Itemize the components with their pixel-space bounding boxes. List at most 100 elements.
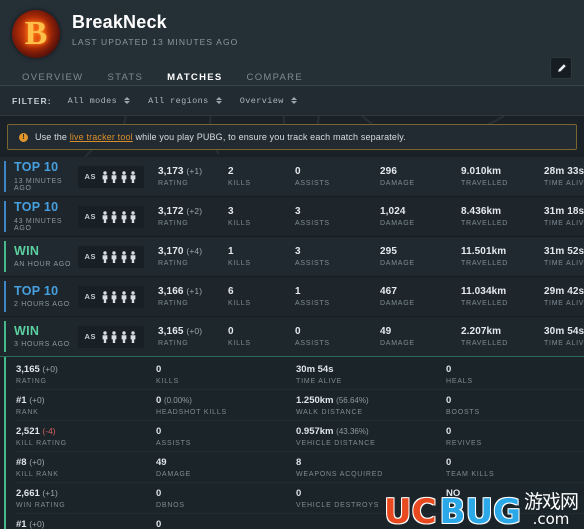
match-travelled: 9.010km TRAVELLED [461,166,509,187]
detail-stat-cell: 0 HEALS [446,359,584,390]
detail-stat-label: VEHICLE DISTANCE [296,440,376,447]
detail-stat-cell: 8 WEAPONS ACQUIRED [296,452,446,483]
player-figure-icon [102,290,108,303]
match-result-title: WIN [14,323,40,338]
match-result: TOP 10 13 MINUTES AGO [0,160,78,192]
avatar[interactable]: B [12,10,60,58]
detail-column-movement: 30m 54s TIME ALIVE 1.250km (56.64%) WALK DI… [296,359,446,529]
detail-stat-value: NO [446,488,461,499]
match-time-alive: 31m 18sTIME ALIVE [544,206,584,227]
live-tracker-link[interactable]: live tracker tool [70,132,133,142]
detail-stat-label: ASSISTS [156,440,192,447]
detail-stat-label: HEALS [446,378,473,385]
match-result: TOP 10 2 HOURS AGO [0,283,78,309]
squad-size-icons [101,210,138,223]
notice-text: Use the live tracker tool while you play… [35,132,406,142]
match-region: AS [84,172,96,181]
match-mode-badge: AS [78,325,144,348]
detail-stat-label: HEADSHOT KILLS [156,409,227,416]
match-detail-grid: 3,165 (+0) RATING #1 (+0) RANK 2,521 (-4) KIL… [6,359,584,529]
detail-stat-label: RANK [16,409,39,416]
match-result-title: TOP 10 [14,200,59,215]
match-assists: 3 ASSISTS [295,246,330,267]
player-figure-icon [102,210,108,223]
match-travelled: 8.436km TRAVELLED [461,206,509,227]
match-row[interactable]: WIN 3 HOURS AGO AS 3,165 (+0) RATING 0 KILLS 0 A… [0,317,584,357]
match-region: AS [84,292,96,301]
player-figure-icon [121,250,127,263]
match-result-accent [4,161,6,192]
detail-stat-value: 30m 54s [296,364,334,375]
live-tracker-notice: Use the live tracker tool while you play… [7,124,577,150]
player-figure-icon [112,210,117,223]
player-figure-icon [112,250,117,263]
region-filter-select[interactable]: All regions [146,94,224,108]
detail-stat-value: #1 (+0) [16,395,45,406]
match-rating: 3,173 (+1) RATING [158,166,203,187]
chevron-updown-icon [215,97,222,104]
avatar-letter: B [24,15,48,52]
detail-column-rating: 3,165 (+0) RATING #1 (+0) RANK 2,521 (-4) KIL… [6,359,156,529]
detail-stat-cell: 0 DBNOS [156,483,296,514]
profile-header: B BreakNeck LAST UPDATED 13 MINUTES AGO … [0,0,584,91]
match-time-alive: 28m 33sTIME ALIVE [544,166,584,187]
detail-stat-value: 0 [446,457,452,468]
match-row[interactable]: WIN AN HOUR AGO AS 3,170 (+4) RATING 1 KILLS 3 A… [0,237,584,277]
detail-stat-label: KILLS [156,378,180,385]
player-figure-icon [131,250,136,263]
player-figure-icon [131,210,136,223]
detail-stat-cell: 0 (0.00%) HEADSHOT KILLS [156,390,296,421]
mode-filter-select[interactable]: All modes [66,94,133,108]
chevron-updown-icon [124,97,131,104]
view-filter-select[interactable]: Overview [238,94,299,108]
player-figure-icon [131,170,136,183]
player-figure-icon [131,330,136,343]
player-figure-icon [102,250,108,263]
match-result-title: TOP 10 [14,160,59,175]
detail-stat-cell: 0 ASSISTS [156,421,296,452]
match-row[interactable]: TOP 10 43 MINUTES AGO AS 3,172 (+2) RATING 3 K… [0,197,584,237]
squad-size-icons [101,330,138,343]
detail-stat-value: 1.250km (56.64%) [296,395,369,406]
squad-size-icons [101,290,138,303]
match-result-title: WIN [14,243,40,258]
match-assists: 1 ASSISTS [295,286,330,307]
pencil-icon [557,63,566,72]
match-result-accent [4,321,6,352]
match-kills: 6 KILLS [228,286,251,307]
match-time-ago: 43 MINUTES AGO [14,217,63,232]
match-kills: 2 KILLS [228,166,251,187]
detail-stat-cell: 2,521 (-4) KILL RATING [16,421,156,452]
region-filter-value: All regions [148,95,209,106]
match-row[interactable]: TOP 10 13 MINUTES AGO AS 3,173 (+1) RATING 2 K… [0,157,584,197]
detail-stat-value: 49 [156,457,167,468]
detail-stat-cell: NO [446,483,584,514]
match-result-title: TOP 10 [14,283,59,298]
detail-stat-label: TEAM KILLS [446,471,495,478]
match-region: AS [84,332,96,341]
match-time-alive: 31m 52sTIME ALIVE [544,246,584,267]
detail-stat-cell: 0.957km (43.36%) VEHICLE DISTANCE [296,421,446,452]
player-figure-icon [131,290,136,303]
match-row[interactable]: TOP 10 2 HOURS AGO AS 3,166 (+1) RATING 6 KILL… [0,277,584,317]
match-damage: 295 DAMAGE [380,246,415,267]
detail-stat-label: DAMAGE [156,471,192,478]
match-damage: 296 DAMAGE [380,166,415,187]
detail-stat-cell: 0 VEHICLE DESTROYS [296,483,446,514]
match-rating: 3,166 (+1) RATING [158,286,203,307]
match-travelled: 11.034km TRAVELLED [461,286,509,307]
detail-stat-label: RATING [16,378,47,385]
edit-profile-button[interactable] [550,57,572,79]
player-figure-icon [102,170,108,183]
match-region: AS [84,212,96,221]
match-mode-badge: AS [78,205,144,228]
match-mode-badge: AS [78,245,144,268]
player-figure-icon [102,330,108,343]
player-figure-icon [121,170,127,183]
match-kills: 1 KILLS [228,246,251,267]
match-damage: 467 DAMAGE [380,286,415,307]
match-damage: 49 DAMAGE [380,326,415,347]
match-result: TOP 10 43 MINUTES AGO [0,200,78,232]
warning-icon [19,132,28,142]
detail-column-combat: 0 KILLS 0 (0.00%) HEADSHOT KILLS 0 ASSISTS 49 D… [156,359,296,529]
